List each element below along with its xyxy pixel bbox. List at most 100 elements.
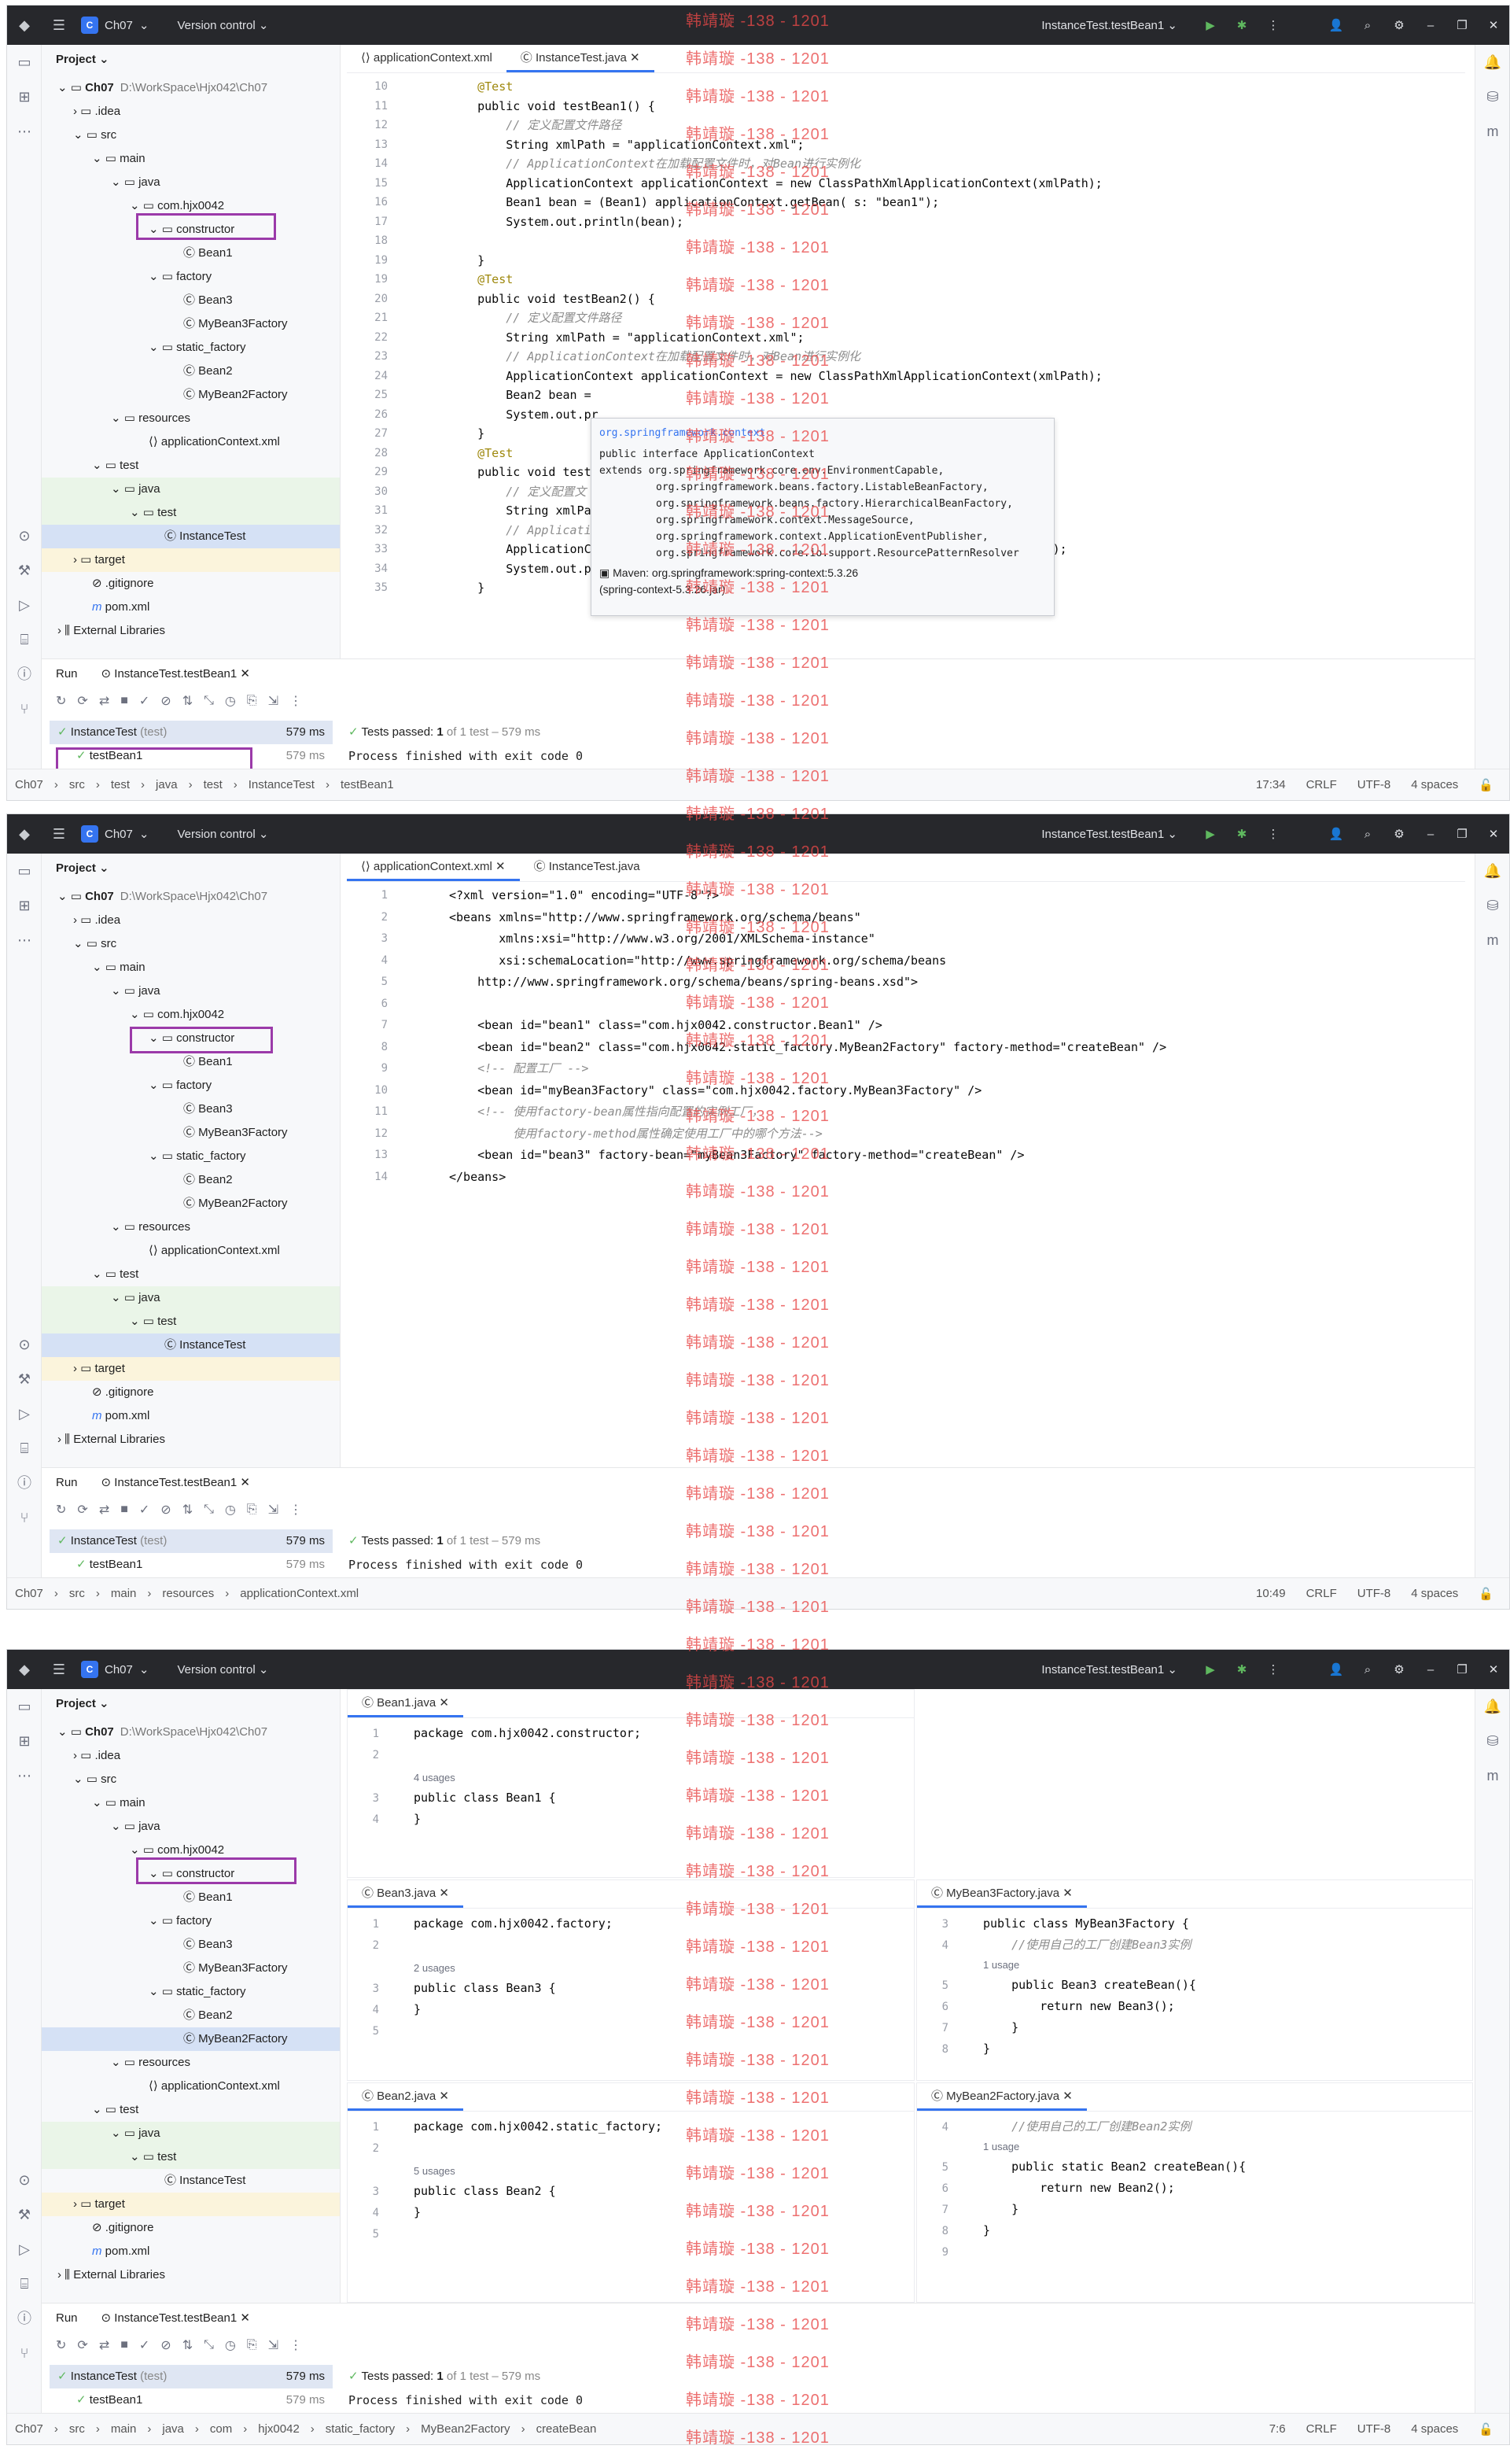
tree-resources[interactable]: ⌄ ▭ resources (42, 1215, 340, 1239)
tree-idea[interactable]: › ▭ .idea (42, 100, 340, 124)
usages-hint[interactable]: 2 usages (414, 1962, 455, 1974)
search-icon[interactable]: ⌕ (1352, 828, 1383, 841)
tree-constructor[interactable]: ⌄ ▭ constructor (42, 1027, 340, 1050)
pane-bean3[interactable]: Ⓒ Bean3.java ✕ 1 package com.hjx0042.fact… (347, 1879, 915, 2081)
test-case-row[interactable]: ✓ testBean1 579 ms (50, 2388, 333, 2412)
rerun-failed-icon[interactable]: ⟳ (77, 2337, 87, 2353)
lock-icon[interactable]: 🔓 (1479, 778, 1493, 792)
encoding[interactable]: UTF-8 (1357, 1587, 1391, 1601)
breadcrumb-item[interactable]: createBean (536, 2422, 597, 2436)
close-icon[interactable]: ✕ (1478, 18, 1509, 32)
run-tool-icon[interactable]: ▷ (7, 2232, 42, 2267)
debug-icon[interactable]: ✱ (1226, 1662, 1258, 1676)
structure-icon[interactable]: ⊞ (7, 1724, 42, 1758)
tree-gitignore[interactable]: ⊘ .gitignore (42, 2216, 340, 2240)
tab-mybean2factory[interactable]: Ⓒ MyBean2Factory.java ✕ (917, 2083, 1087, 2111)
breadcrumb-item[interactable]: src (69, 778, 85, 791)
version-control-menu[interactable]: Version control ⌄ (177, 827, 268, 841)
export-icon[interactable]: ⎘ (247, 1503, 257, 1517)
show-passed-icon[interactable]: ✓ (139, 693, 149, 709)
breadcrumb-item[interactable]: testBean1 (341, 778, 394, 791)
tree-external-libraries[interactable]: › ⫼ External Libraries (42, 619, 340, 643)
tab-bean3[interactable]: Ⓒ Bean3.java ✕ (348, 1880, 463, 1908)
tab-bean2[interactable]: Ⓒ Bean2.java ✕ (348, 2083, 463, 2111)
export-icon[interactable]: ⎘ (247, 694, 257, 708)
tree-appctx[interactable]: ⟨⟩ applicationContext.xml (42, 2075, 340, 2098)
notifications-icon[interactable]: 🔔 (1475, 854, 1509, 888)
code-editor[interactable]: ⟨⟩ applicationContext.xml Ⓒ InstanceTest… (347, 45, 1465, 658)
tree-bean1[interactable]: Ⓒ Bean1 (42, 1050, 340, 1074)
breadcrumb-item[interactable]: static_factory (326, 2422, 395, 2436)
more-icon[interactable]: ⋮ (289, 1502, 302, 1518)
sort-icon[interactable]: ⇅ (182, 1502, 193, 1518)
tree-bean2[interactable]: Ⓒ Bean2 (42, 1168, 340, 1192)
indent[interactable]: 4 spaces (1411, 2422, 1458, 2436)
breadcrumb-item[interactable]: com (210, 2422, 232, 2436)
test-suite-row[interactable]: ✓ InstanceTest (test) 579 ms (50, 721, 333, 744)
terminal-icon[interactable]: ⌸ (7, 2267, 42, 2301)
main-menu-icon[interactable]: ☰ (42, 1662, 76, 1678)
test-suite-row[interactable]: ✓ InstanceTest (test) 579 ms (50, 2365, 333, 2388)
tree-factory[interactable]: ⌄ ▭ factory (42, 1074, 340, 1097)
folder-icon[interactable]: ▭ (7, 854, 42, 888)
build-icon[interactable]: ⚒ (7, 1362, 42, 1396)
close-icon[interactable]: ✕ (1478, 1662, 1509, 1676)
more-icon[interactable]: ⋮ (289, 693, 302, 709)
tab-instancetest[interactable]: Ⓒ InstanceTest.java ✕ (506, 44, 654, 72)
tree-test-java[interactable]: ⌄ ▭ java (42, 1286, 340, 1310)
tree-constructor[interactable]: ⌄ ▭ constructor (42, 1862, 340, 1886)
tree-pom[interactable]: m pom.xml (42, 596, 340, 619)
run-icon[interactable]: ▶ (1195, 827, 1226, 841)
tree-src[interactable]: ⌄ ▭ src (42, 932, 340, 956)
services-icon[interactable]: ⊙ (7, 1327, 42, 1362)
more-icon[interactable]: ⋮ (1258, 18, 1289, 32)
rerun-icon[interactable]: ↻ (56, 1502, 66, 1518)
indent[interactable]: 4 spaces (1411, 778, 1458, 792)
services-icon[interactable]: ⊙ (7, 518, 42, 553)
history-icon[interactable]: ◷ (225, 2337, 236, 2353)
caret-position[interactable]: 10:49 (1256, 1587, 1286, 1601)
tree-main[interactable]: ⌄ ▭ main (42, 147, 340, 171)
search-icon[interactable]: ⌕ (1352, 19, 1383, 32)
more-tools-icon[interactable]: ⋯ (7, 114, 42, 149)
project-selector[interactable]: C Ch07 ⌄ (81, 1661, 149, 1678)
tree-appctx[interactable]: ⟨⟩ applicationContext.xml (42, 1239, 340, 1263)
tree-bean2[interactable]: Ⓒ Bean2 (42, 2004, 340, 2027)
services-icon[interactable]: ⊙ (7, 2163, 42, 2197)
tree-mybean3factory[interactable]: Ⓒ MyBean3Factory (42, 1957, 340, 1980)
tree-package[interactable]: ⌄ ▭ com.hjx0042 (42, 194, 340, 218)
gear-icon[interactable]: ⚙ (1383, 827, 1415, 841)
tree-constructor[interactable]: ⌄ ▭ constructor (42, 218, 340, 242)
tab-bean1[interactable]: Ⓒ Bean1.java ✕ (348, 1690, 463, 1717)
breadcrumb-item[interactable]: src (69, 2422, 85, 2436)
breadcrumb-item[interactable]: Ch07 (15, 778, 43, 791)
tree-factory[interactable]: ⌄ ▭ factory (42, 1909, 340, 1933)
tree-static-factory[interactable]: ⌄ ▭ static_factory (42, 1980, 340, 2004)
problems-icon[interactable]: ⓘ (7, 2301, 42, 2336)
tree-bean3[interactable]: Ⓒ Bean3 (42, 289, 340, 312)
toggle-icon[interactable]: ⇄ (99, 1502, 109, 1518)
tree-test-java[interactable]: ⌄ ▭ java (42, 2122, 340, 2145)
breadcrumb-item[interactable]: resources (162, 1587, 214, 1600)
doc-maven[interactable]: ▣ Maven: org.springframework:spring-cont… (599, 565, 1046, 581)
run-config-selector[interactable]: InstanceTest.testBean1 ⌄ (1041, 1662, 1177, 1676)
folder-icon[interactable]: ▭ (7, 45, 42, 79)
caret-position[interactable]: 17:34 (1256, 778, 1286, 792)
problems-icon[interactable]: ⓘ (7, 657, 42, 692)
tab-instancetest[interactable]: Ⓒ InstanceTest.java (520, 853, 654, 881)
search-icon[interactable]: ⌕ (1352, 1663, 1383, 1676)
minimize-icon[interactable]: – (1415, 828, 1446, 841)
tree-test-java[interactable]: ⌄ ▭ java (42, 478, 340, 501)
tree-root[interactable]: ⌄ ▭ Ch07 D:\WorkSpace\Hjx042\Ch07 (42, 885, 340, 909)
tree-package[interactable]: ⌄ ▭ com.hjx0042 (42, 1003, 340, 1027)
run-icon[interactable]: ▶ (1195, 1662, 1226, 1676)
tree-external-libraries[interactable]: › ⫼ External Libraries (42, 2263, 340, 2287)
breadcrumb-item[interactable]: test (111, 778, 130, 791)
toggle-icon[interactable]: ⇄ (99, 2337, 109, 2353)
breadcrumb-item[interactable]: applicationContext.xml (240, 1587, 359, 1600)
pane-mybean3factory[interactable]: Ⓒ MyBean3Factory.java ✕ 3 public class My… (916, 1879, 1473, 2081)
close-icon[interactable]: ✕ (1478, 827, 1509, 841)
tree-static-factory[interactable]: ⌄ ▭ static_factory (42, 336, 340, 360)
stop-icon[interactable]: ■ (120, 2338, 128, 2352)
tab-mybean3factory[interactable]: Ⓒ MyBean3Factory.java ✕ (917, 1880, 1087, 1908)
